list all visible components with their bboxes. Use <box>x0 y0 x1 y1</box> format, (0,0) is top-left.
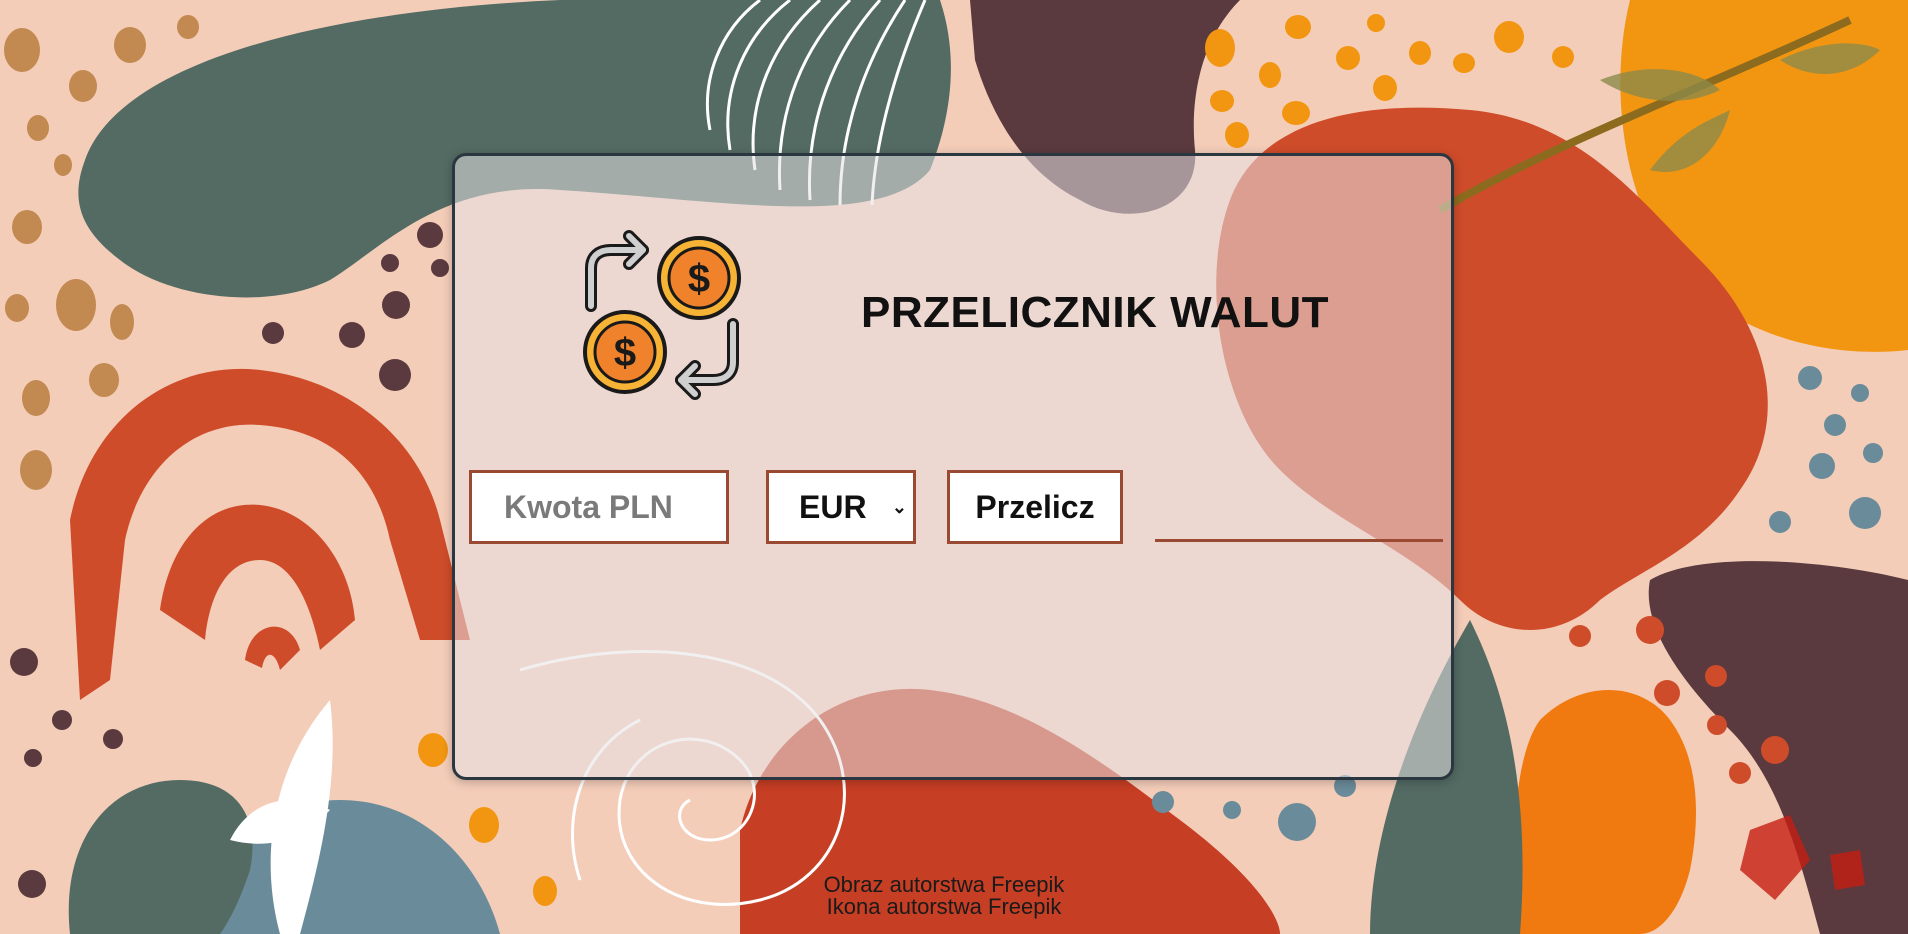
svg-text:$: $ <box>614 331 636 375</box>
currency-selected-value: EUR <box>799 488 867 525</box>
amount-input[interactable] <box>469 470 729 544</box>
result-output <box>1155 472 1443 542</box>
convert-button[interactable]: Przelicz <box>947 470 1123 544</box>
converter-card: $ $ PRZELICZNIK WALUT EUR ⌄ Przelicz <box>452 153 1454 780</box>
credits: Obraz autorstwa Freepik Ikona autorstwa … <box>0 874 1888 918</box>
currency-select[interactable]: EUR ⌄ <box>766 470 916 544</box>
icon-credit[interactable]: Ikona autorstwa Freepik <box>0 896 1888 918</box>
chevron-down-icon: ⌄ <box>891 497 907 517</box>
image-credit[interactable]: Obraz autorstwa Freepik <box>0 874 1888 896</box>
svg-text:$: $ <box>688 257 710 301</box>
page-title: PRZELICZNIK WALUT <box>861 288 1330 337</box>
currency-exchange-icon: $ $ <box>583 230 741 400</box>
